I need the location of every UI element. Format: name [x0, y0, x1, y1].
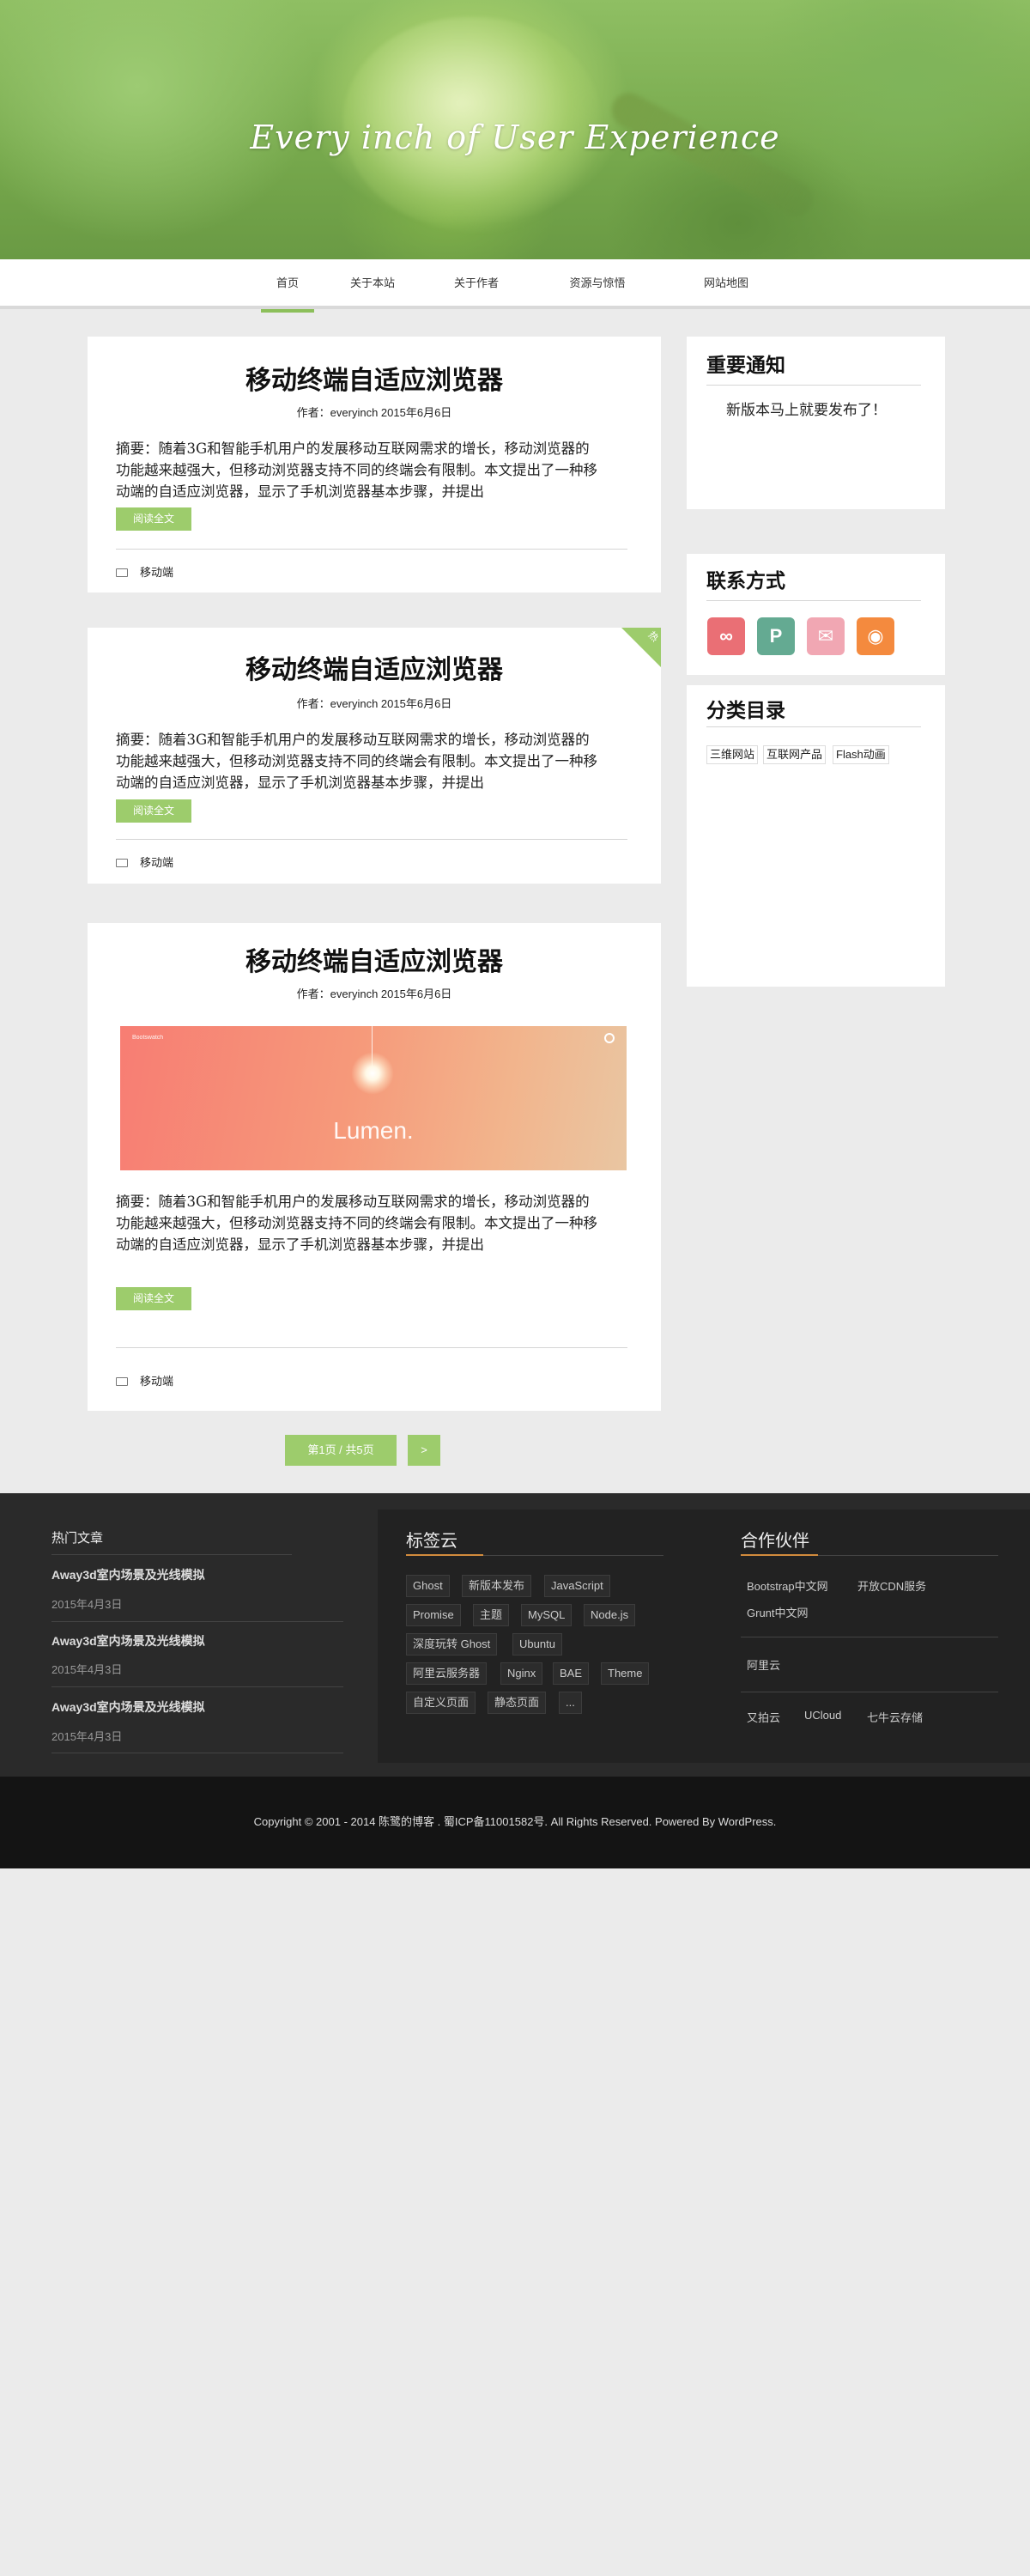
hot-post-date: 2015年4月3日 — [52, 1663, 123, 1676]
post-summary: 摘要：随着3G和智能手机用户的发展移动互联网需求的增长，移动浏览器的功能越来越强… — [116, 1194, 597, 1253]
copyright-text: Copyright © 2001 - 2014 陈鹭的博客 . 蜀ICP备110… — [253, 1815, 777, 1828]
read-more-button[interactable]: 阅读全文 — [116, 1287, 191, 1310]
hot-posts-title: 热门文章 — [52, 1531, 104, 1546]
nav-item-home[interactable]: 首页 — [261, 259, 314, 313]
partner-link[interactable]: 阿里云 — [747, 1656, 780, 1673]
footer-divider — [52, 1554, 292, 1555]
folder-icon — [116, 1377, 128, 1386]
nav-item-about-site[interactable]: 关于本站 — [342, 259, 403, 309]
tag-cloud-title: 标签云 — [406, 1532, 457, 1551]
folder-icon — [116, 859, 128, 867]
hot-post-link[interactable]: Away3d室内场景及光线模拟 — [52, 1632, 205, 1649]
post-title[interactable]: 移动终端自适应浏览器 — [88, 940, 661, 978]
partner-link[interactable]: 又拍云 — [747, 1709, 780, 1725]
post-summary: 摘要：随着3G和智能手机用户的发展移动互联网需求的增长，移动浏览器的功能越来越强… — [116, 440, 597, 500]
title-accent-bar — [741, 1554, 818, 1556]
post-category[interactable]: 移动端 — [116, 563, 173, 580]
nav-item-sitemap[interactable]: 网站地图 — [694, 259, 758, 309]
widget-divider — [706, 726, 921, 727]
partners-title: 合作伙伴 — [741, 1532, 809, 1551]
tag-item[interactable]: 新版本发布 — [462, 1575, 532, 1597]
folder-icon — [116, 568, 128, 577]
post-title[interactable]: 移动终端自适应浏览器 — [88, 648, 661, 686]
weibo-icon[interactable]: ∞ — [707, 617, 745, 655]
notice-text: 新版本马上就要发布了！ — [726, 402, 887, 418]
site-title[interactable]: Every inch of User Experience — [0, 118, 1030, 156]
feature-image-caption: Bootswatch — [132, 1035, 164, 1041]
lightbulb-icon — [351, 1052, 394, 1095]
partner-link[interactable]: UCloud — [804, 1709, 841, 1722]
footer-divider — [52, 1621, 343, 1622]
post-category-label[interactable]: 移动端 — [140, 566, 173, 579]
post-meta: 作者：everyinch 2015年6月6日 — [296, 406, 452, 419]
hot-post-date: 2015年4月3日 — [52, 1598, 123, 1611]
tag-item[interactable]: BAE — [553, 1662, 590, 1685]
post-category-label[interactable]: 移动端 — [140, 856, 173, 869]
partner-link[interactable]: 开放CDN服务 — [857, 1577, 926, 1594]
tag-item[interactable]: 主题 — [473, 1604, 510, 1626]
tag-item[interactable]: ... — [559, 1692, 582, 1714]
tag-item[interactable]: 阿里云服务器 — [406, 1662, 488, 1685]
header-banner: Every inch of User Experience — [0, 0, 1030, 259]
corner-badge-label: 热 — [645, 629, 660, 644]
contact-widget: 联系方式 ∞ P ✉ ◉ — [687, 554, 945, 675]
read-more-button[interactable]: 阅读全文 — [116, 507, 191, 531]
partner-link[interactable]: 七牛云存储 — [867, 1709, 923, 1725]
title-accent-bar — [406, 1554, 483, 1556]
tag-item[interactable]: Ghost — [406, 1575, 450, 1597]
pinterest-icon[interactable]: P — [757, 617, 795, 655]
widget-title: 联系方式 — [706, 569, 785, 592]
tag-item[interactable]: Theme — [601, 1662, 650, 1685]
tag-item[interactable]: 自定义页面 — [406, 1692, 476, 1714]
tag-item[interactable]: Nginx — [500, 1662, 543, 1685]
tag-item[interactable]: Promise — [406, 1604, 461, 1626]
partner-link[interactable]: Grunt中文网 — [747, 1604, 809, 1620]
read-more-button[interactable]: 阅读全文 — [116, 799, 191, 823]
post-card: 热 移动终端自适应浏览器 作者：everyinch 2015年6月6日 摘要：随… — [88, 628, 661, 884]
notice-widget: 重要通知 新版本马上就要发布了！ — [687, 337, 945, 509]
footer-divider — [52, 1686, 343, 1687]
github-icon — [604, 1033, 615, 1043]
post-title[interactable]: 移动终端自适应浏览器 — [88, 359, 661, 397]
category-tag[interactable]: Flash动画 — [833, 745, 889, 764]
next-page-button[interactable]: > — [408, 1435, 440, 1466]
hot-post-link[interactable]: Away3d室内场景及光线模拟 — [52, 1698, 205, 1716]
tag-item[interactable]: JavaScript — [544, 1575, 610, 1597]
tag-item[interactable]: MySQL — [521, 1604, 573, 1626]
category-tag[interactable]: 三维网站 — [706, 745, 759, 764]
hot-post-date: 2015年4月3日 — [52, 1730, 123, 1743]
post-divider — [116, 839, 627, 840]
partner-link[interactable]: Bootstrap中文网 — [747, 1577, 828, 1594]
nav-item-resources[interactable]: 资源与惊悟 — [559, 259, 636, 309]
category-tag[interactable]: 互联网产品 — [763, 745, 827, 764]
post-summary: 摘要：随着3G和智能手机用户的发展移动互联网需求的增长，移动浏览器的功能越来越强… — [116, 732, 597, 791]
post-card: 移动终端自适应浏览器 作者：everyinch 2015年6月6日 Bootsw… — [88, 923, 661, 1411]
post-category[interactable]: 移动端 — [116, 1372, 173, 1388]
post-divider — [116, 549, 627, 550]
categories-widget: 分类目录 三维网站 互联网产品 Flash动画 — [687, 685, 945, 987]
widget-title: 分类目录 — [706, 699, 785, 721]
hot-post-link[interactable]: Away3d室内场景及光线模拟 — [52, 1566, 205, 1583]
post-meta: 作者：everyinch 2015年6月6日 — [296, 697, 452, 710]
post-category-label[interactable]: 移动端 — [140, 1375, 173, 1388]
tag-item[interactable]: Node.js — [584, 1604, 636, 1626]
post-category[interactable]: 移动端 — [116, 854, 173, 870]
rss-icon[interactable]: ◉ — [857, 617, 894, 655]
mail-icon[interactable]: ✉ — [807, 617, 845, 655]
main-nav: 首页 关于本站 关于作者 资源与惊悟 网站地图 — [0, 259, 1030, 313]
tag-item[interactable]: 静态页面 — [488, 1692, 547, 1714]
feature-image-logo: Lumen. — [333, 1117, 414, 1144]
pagination-status: 第1页 / 共5页 — [285, 1435, 397, 1466]
post-meta: 作者：everyinch 2015年6月6日 — [296, 987, 452, 1000]
tag-item[interactable]: 深度玩转 Ghost — [406, 1633, 498, 1656]
post-divider — [116, 1347, 627, 1348]
post-card: 移动终端自适应浏览器 作者：everyinch 2015年6月6日 摘要：随着3… — [88, 337, 661, 592]
tag-item[interactable]: Ubuntu — [512, 1633, 562, 1656]
widget-divider — [706, 600, 921, 601]
widget-divider — [706, 385, 921, 386]
nav-item-about-author[interactable]: 关于作者 — [446, 259, 506, 309]
widget-title: 重要通知 — [706, 354, 785, 376]
post-feature-image[interactable]: Bootswatch Lumen. — [120, 1026, 627, 1170]
